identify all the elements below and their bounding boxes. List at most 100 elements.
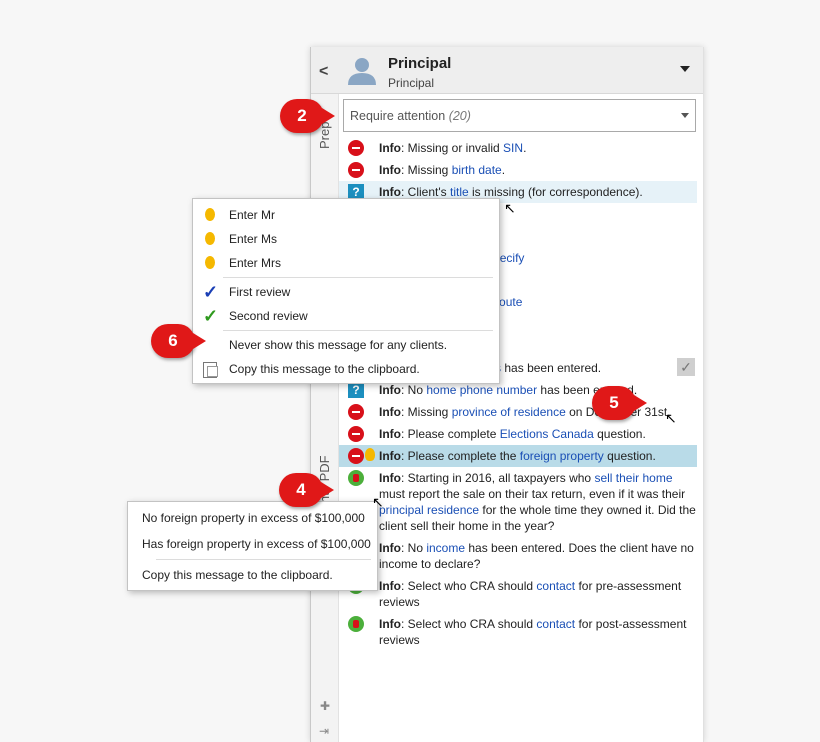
message-label: Info xyxy=(379,617,401,631)
message-link[interactable]: home phone number xyxy=(426,383,537,397)
message-link[interactable]: foreign property xyxy=(520,449,604,463)
message-text: is missing (for correspondence). xyxy=(468,185,643,199)
message-text: : Client's xyxy=(401,185,450,199)
message-row[interactable]: Info: Starting in 2016, all taxpayers wh… xyxy=(339,467,697,537)
attention-filter-dropdown[interactable]: Require attention (20) xyxy=(343,99,696,132)
error-stop-icon[interactable] xyxy=(348,426,364,442)
message-label: Info xyxy=(379,163,401,177)
chevron-down-icon[interactable] xyxy=(681,113,689,118)
menu-item-first-review[interactable]: ✓ First review xyxy=(193,280,499,304)
error-stop-icon[interactable] xyxy=(348,448,364,464)
menu-item-never-show[interactable]: Never show this message for any clients. xyxy=(193,333,499,357)
message-link[interactable]: birth date xyxy=(452,163,502,177)
foreign-property-context-menu: No foreign property in excess of $100,00… xyxy=(127,501,378,591)
expand-arrow-icon[interactable]: ⇥ xyxy=(319,724,329,738)
message-row[interactable]: Info: Select who CRA should contact for … xyxy=(339,613,697,651)
message-text: : Missing xyxy=(401,163,452,177)
message-label: Info xyxy=(379,541,401,555)
mouse-cursor-icon: ↖ xyxy=(665,410,677,426)
message-text: : Please complete the xyxy=(401,449,520,463)
person-avatar-icon xyxy=(348,58,376,85)
menu-divider xyxy=(223,330,493,331)
message-link[interactable]: province of residence xyxy=(452,405,566,419)
menu-item-enter-mrs[interactable]: Enter Mrs xyxy=(193,251,499,275)
message-text: question. xyxy=(603,449,656,463)
message-label: Info xyxy=(379,185,401,199)
mouse-cursor-icon: ↖ xyxy=(504,200,516,216)
message-link[interactable]: Elections Canada xyxy=(500,427,594,441)
callout-badge-2: 2 xyxy=(280,99,335,133)
client-role: Principal xyxy=(388,76,435,90)
message-row[interactable]: Info: Please complete the foreign proper… xyxy=(339,445,697,467)
message-text: has been entered. xyxy=(501,361,602,375)
menu-divider xyxy=(156,559,371,560)
message-link[interactable]: title xyxy=(450,185,469,199)
message-label: Info xyxy=(379,405,401,419)
blue-check-icon: ✓ xyxy=(203,282,219,302)
mouse-cursor-icon: ↖ xyxy=(372,494,384,510)
menu-item-enter-mr[interactable]: Enter Mr xyxy=(193,203,499,227)
message-text: : Select who CRA should xyxy=(401,617,537,631)
message-label: Info xyxy=(379,579,401,593)
message-text: : Missing or invalid xyxy=(401,141,504,155)
lightbulb-icon[interactable] xyxy=(365,448,375,461)
menu-item-second-review[interactable]: ✓ Second review xyxy=(193,304,499,328)
question-icon[interactable]: ? xyxy=(348,382,364,398)
dropdown-caret-icon[interactable] xyxy=(680,66,690,72)
message-text: question. xyxy=(593,427,646,441)
message-link[interactable]: contact xyxy=(536,617,575,631)
message-label: Info xyxy=(379,141,401,155)
message-label: Info xyxy=(379,383,401,397)
menu-item-has-foreign-property[interactable]: Has foreign property in excess of $100,0… xyxy=(142,537,371,551)
message-text: : No xyxy=(401,541,427,555)
callout-badge-6: 6 xyxy=(151,324,206,358)
menu-divider xyxy=(223,277,493,278)
message-text: . xyxy=(501,163,506,177)
pin-icon[interactable]: ✚ xyxy=(320,699,330,713)
side-tab-strip: Prep Print / PDF ✚ ⇥ xyxy=(311,94,339,742)
review-check-icon[interactable]: ✓ xyxy=(677,358,695,376)
title-context-menu: Enter Mr Enter Ms Enter Mrs ✓ First revi… xyxy=(192,198,500,384)
maple-leaf-icon[interactable] xyxy=(348,470,364,486)
message-label: Info xyxy=(379,471,401,485)
message-text: . xyxy=(523,141,527,155)
maple-leaf-icon[interactable] xyxy=(348,616,364,632)
message-row[interactable]: Info: Select who CRA should contact for … xyxy=(339,575,697,613)
message-text: : No xyxy=(401,383,427,397)
message-text: must report the sale on their tax return… xyxy=(379,487,686,501)
message-label: Info xyxy=(379,427,401,441)
menu-item-copy-message[interactable]: Copy this message to the clipboard. xyxy=(193,357,499,381)
menu-item-enter-ms[interactable]: Enter Ms xyxy=(193,227,499,251)
error-stop-icon[interactable] xyxy=(348,404,364,420)
message-text: : Select who CRA should xyxy=(401,579,537,593)
filter-label: Require attention xyxy=(350,109,446,123)
callout-badge-4: 4 xyxy=(279,473,334,507)
message-row[interactable]: Info: Please complete Elections Canada q… xyxy=(339,423,697,445)
lightbulb-icon xyxy=(205,232,215,245)
panel-header: < Principal Principal xyxy=(311,47,703,94)
copy-icon xyxy=(203,362,218,378)
client-name: Principal xyxy=(388,55,452,72)
lightbulb-icon xyxy=(205,208,215,221)
message-link[interactable]: principal residence xyxy=(379,503,479,517)
callout-badge-5: 5 xyxy=(592,386,647,420)
message-row[interactable]: Info: Missing or invalid SIN. xyxy=(339,137,697,159)
menu-item-copy-message[interactable]: Copy this message to the clipboard. xyxy=(142,568,333,582)
back-chevron-icon[interactable]: < xyxy=(319,63,328,81)
message-link[interactable]: contact xyxy=(536,579,575,593)
error-stop-icon[interactable] xyxy=(348,140,364,156)
message-label: Info xyxy=(379,449,401,463)
message-link[interactable]: income xyxy=(426,541,465,555)
message-row[interactable]: Info: No income has been entered. Does t… xyxy=(339,537,697,575)
menu-item-no-foreign-property[interactable]: No foreign property in excess of $100,00… xyxy=(142,511,365,525)
message-row[interactable]: Info: Missing birth date. xyxy=(339,159,697,181)
green-check-icon: ✓ xyxy=(203,306,219,326)
message-text: : Missing xyxy=(401,405,452,419)
message-text: : Please complete xyxy=(401,427,500,441)
message-text: : Starting in 2016, all taxpayers who xyxy=(401,471,595,485)
filter-count: (20) xyxy=(448,109,471,123)
message-link[interactable]: sell their home xyxy=(594,471,672,485)
lightbulb-icon xyxy=(205,256,215,269)
message-link[interactable]: SIN xyxy=(503,141,523,155)
error-stop-icon[interactable] xyxy=(348,162,364,178)
